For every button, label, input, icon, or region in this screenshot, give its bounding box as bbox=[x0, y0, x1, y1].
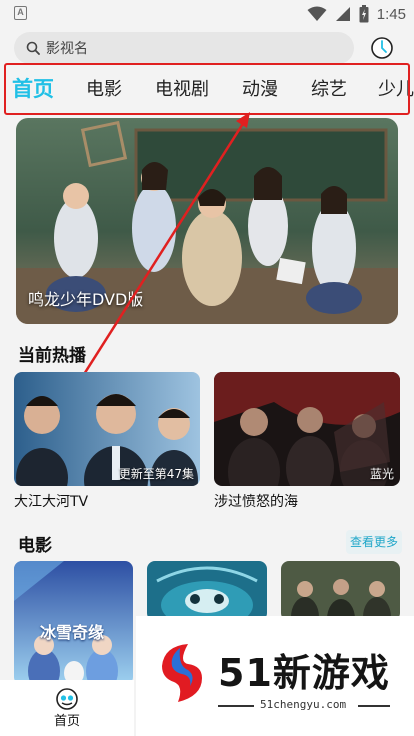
watermark-line-right bbox=[358, 705, 390, 707]
card-title: 涉过愤怒的海 bbox=[214, 494, 298, 510]
watermark-brand: 51新游戏 bbox=[218, 651, 390, 695]
now-playing-card-1[interactable]: 更新至第47集 bbox=[14, 372, 200, 486]
card-title: 大江大河TV bbox=[14, 494, 89, 510]
movie-card-2[interactable] bbox=[147, 561, 267, 621]
watermark-logo bbox=[162, 644, 202, 702]
episode-badge: 更新至第47集 bbox=[118, 467, 194, 481]
poster-image bbox=[281, 561, 400, 621]
movie-card-1[interactable]: 冰雪奇缘 bbox=[14, 561, 133, 685]
now-playing-card-2[interactable]: 蓝光 bbox=[214, 372, 400, 486]
poster-title-text: 冰雪奇缘 bbox=[40, 623, 105, 642]
section-title-now-playing: 当前热播 bbox=[18, 346, 86, 366]
see-more-button[interactable]: 查看更多 bbox=[346, 530, 402, 554]
home-icon bbox=[56, 688, 78, 710]
bottom-nav-label: 首页 bbox=[53, 714, 80, 729]
watermark-line-left bbox=[218, 705, 254, 707]
quality-badge: 蓝光 bbox=[369, 467, 394, 481]
poster-image bbox=[147, 561, 267, 621]
section-title-movies: 电影 bbox=[18, 536, 52, 556]
watermark-overlay: 51新游戏 51chengyu.com bbox=[136, 616, 414, 736]
bottom-nav-home[interactable]: 首页 bbox=[0, 680, 134, 736]
movie-card-3[interactable] bbox=[281, 561, 400, 621]
watermark-domain: 51chengyu.com bbox=[260, 698, 347, 711]
